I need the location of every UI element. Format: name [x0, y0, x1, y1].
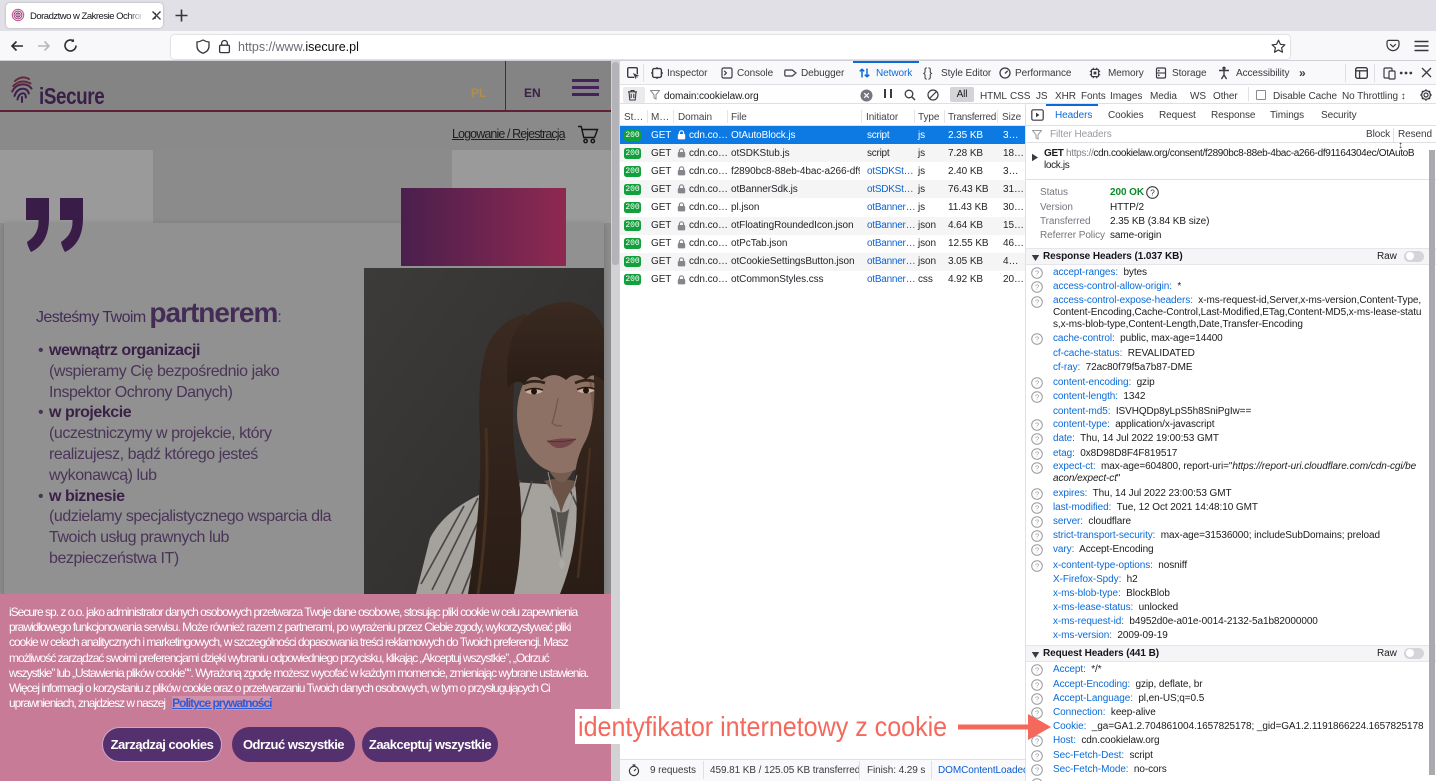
svg-text:?: ? — [1035, 666, 1039, 675]
svg-text:?: ? — [1035, 283, 1039, 292]
svg-text:?: ? — [1035, 434, 1039, 443]
svg-text:?: ? — [1035, 561, 1039, 570]
svg-text:?: ? — [1035, 680, 1039, 689]
svg-text:?: ? — [1035, 449, 1039, 458]
svg-text:?: ? — [1035, 335, 1039, 344]
svg-text:?: ? — [1035, 463, 1039, 472]
svg-text:?: ? — [1035, 490, 1039, 499]
svg-text:?: ? — [1035, 751, 1039, 760]
svg-text:?: ? — [1035, 694, 1039, 703]
svg-text:?: ? — [1035, 517, 1039, 526]
svg-text:?: ? — [1035, 269, 1039, 278]
svg-text:?: ? — [1035, 546, 1039, 555]
svg-text:?: ? — [1035, 297, 1039, 306]
svg-text:?: ? — [1150, 187, 1155, 197]
svg-text:?: ? — [1035, 379, 1039, 388]
svg-text:?: ? — [1035, 766, 1039, 775]
svg-text:?: ? — [1035, 392, 1039, 401]
svg-text:?: ? — [1035, 532, 1039, 541]
svg-text:?: ? — [1035, 421, 1039, 430]
svg-text:?: ? — [1035, 504, 1039, 513]
